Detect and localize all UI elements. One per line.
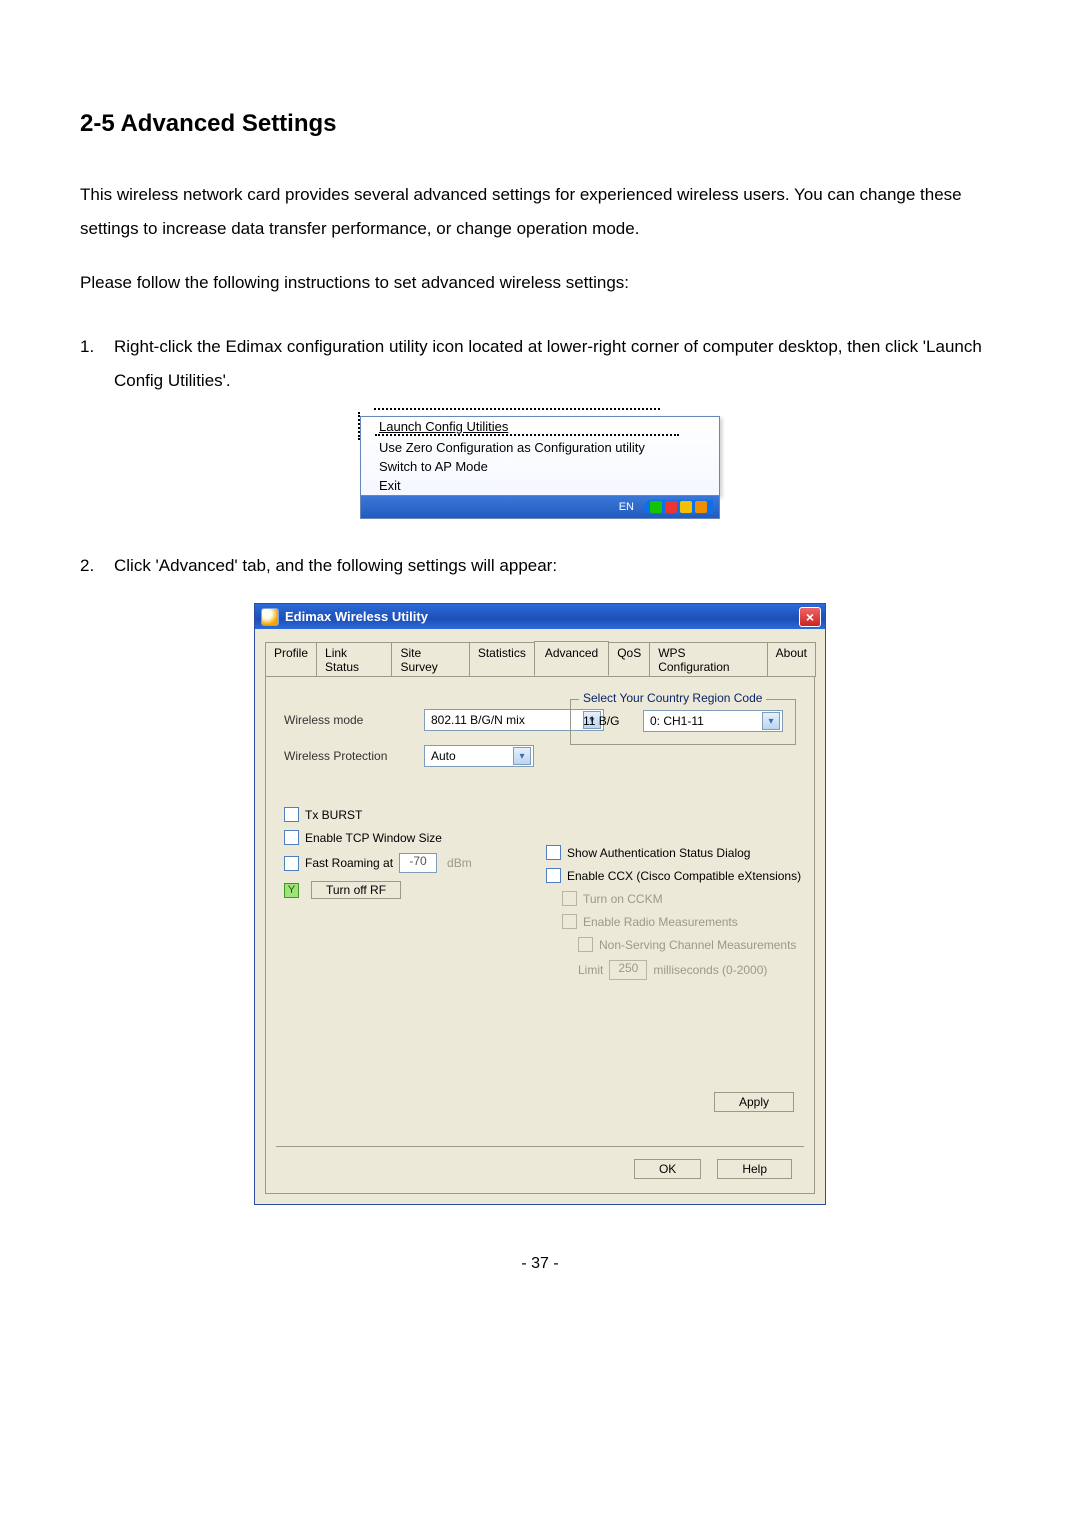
tx-burst-row[interactable]: Tx BURST [284, 807, 534, 822]
show-auth-row[interactable]: Show Authentication Status Dialog [546, 845, 816, 860]
fast-roaming-input[interactable]: -70 [399, 853, 437, 873]
tray-icon[interactable] [665, 501, 677, 513]
non-serving-row: Non-Serving Channel Measurements [578, 937, 816, 952]
turn-off-rf-button[interactable]: Turn off RF [311, 881, 401, 899]
non-serving-label: Non-Serving Channel Measurements [599, 938, 796, 952]
ok-button[interactable]: OK [634, 1159, 701, 1179]
wireless-mode-value: 802.11 B/G/N mix [431, 713, 525, 727]
fast-roaming-row[interactable]: Fast Roaming at -70 dBm [284, 853, 534, 873]
region-code-select[interactable]: 0: CH1-11 ▾ [643, 710, 783, 732]
tx-burst-label: Tx BURST [305, 808, 362, 822]
step-2-text: Click 'Advanced' tab, and the following … [114, 549, 557, 583]
tab-statistics[interactable]: Statistics [469, 642, 535, 677]
step-2: 2. Click 'Advanced' tab, and the followi… [80, 549, 1000, 583]
step-1-text: Right-click the Edimax configuration uti… [114, 330, 1000, 398]
checkbox-icon [562, 891, 577, 906]
region-code-legend: Select Your Country Region Code [579, 691, 766, 705]
callout-dots-side [358, 412, 360, 440]
tray-icon[interactable] [695, 501, 707, 513]
close-button[interactable]: × [799, 607, 821, 627]
show-auth-label: Show Authentication Status Dialog [567, 846, 750, 860]
app-icon [261, 608, 279, 626]
region-code-fieldset: Select Your Country Region Code 11 B/G 0… [570, 699, 796, 745]
antenna-icon: Y [284, 883, 299, 898]
checkbox-icon[interactable] [546, 845, 561, 860]
limit-row: Limit 250 milliseconds (0-2000) [578, 960, 816, 980]
ctxmenu-item-zeroconf[interactable]: Use Zero Configuration as Configuration … [361, 438, 719, 457]
page-number: - 37 - [80, 1255, 1000, 1273]
intro-paragraph-2: Please follow the following instructions… [80, 266, 1000, 300]
chevron-down-icon[interactable]: ▾ [762, 712, 780, 730]
window-title: Edimax Wireless Utility [285, 609, 428, 624]
step-1-number: 1. [80, 330, 98, 398]
help-button[interactable]: Help [717, 1159, 792, 1179]
checkbox-icon[interactable] [284, 830, 299, 845]
enable-ccx-label: Enable CCX (Cisco Compatible eXtensions) [567, 869, 801, 883]
ctxmenu-item-apmode[interactable]: Switch to AP Mode [361, 457, 719, 476]
section-title: 2-5 Advanced Settings [80, 110, 1000, 138]
context-menu[interactable]: Launch Config Utilities Use Zero Configu… [360, 416, 720, 496]
checkbox-icon[interactable] [546, 868, 561, 883]
turn-off-rf-row: Y Turn off RF [284, 881, 534, 899]
region-line-label: 11 B/G [583, 714, 633, 728]
turn-on-cckm-row: Turn on CCKM [562, 891, 816, 906]
limit-unit: milliseconds (0-2000) [653, 963, 767, 977]
fast-roaming-unit: dBm [447, 856, 472, 870]
tab-about[interactable]: About [767, 642, 816, 677]
fast-roaming-label: Fast Roaming at [305, 856, 393, 870]
checkbox-icon[interactable] [284, 807, 299, 822]
limit-label: Limit [578, 963, 603, 977]
tab-link-status[interactable]: Link Status [316, 642, 392, 677]
apply-button[interactable]: Apply [714, 1092, 794, 1112]
checkbox-icon [562, 914, 577, 929]
advanced-panel: Wireless mode 802.11 B/G/N mix ▾ Wireles… [265, 676, 815, 1194]
region-code-value: 0: CH1-11 [650, 714, 704, 728]
checkbox-icon[interactable] [284, 856, 299, 871]
tab-advanced[interactable]: Advanced [534, 641, 609, 676]
ctxmenu-item-exit[interactable]: Exit [361, 476, 719, 495]
tab-qos[interactable]: QoS [608, 642, 650, 677]
language-indicator[interactable]: EN [615, 501, 638, 513]
limit-input: 250 [609, 960, 647, 980]
step-1: 1. Right-click the Edimax configuration … [80, 330, 1000, 398]
enable-radio-row: Enable Radio Measurements [562, 914, 816, 929]
tcp-window-row[interactable]: Enable TCP Window Size [284, 830, 534, 845]
tabs-row: Profile Link Status Site Survey Statisti… [265, 641, 815, 676]
checkbox-icon [578, 937, 593, 952]
intro-paragraph-1: This wireless network card provides seve… [80, 178, 1000, 246]
step-2-number: 2. [80, 549, 98, 583]
wireless-mode-label: Wireless mode [284, 713, 424, 727]
system-tray[interactable] [644, 500, 713, 514]
enable-ccx-row[interactable]: Enable CCX (Cisco Compatible eXtensions) [546, 868, 816, 883]
tab-wps[interactable]: WPS Configuration [649, 642, 767, 677]
chevron-down-icon[interactable]: ▾ [513, 747, 531, 765]
tab-site-survey[interactable]: Site Survey [391, 642, 469, 677]
tray-icon[interactable] [680, 501, 692, 513]
config-dialog: Edimax Wireless Utility × Profile Link S… [254, 603, 826, 1205]
turn-on-cckm-label: Turn on CCKM [583, 892, 663, 906]
wireless-protection-select[interactable]: Auto ▾ [424, 745, 534, 767]
tray-icon[interactable] [650, 501, 662, 513]
wireless-protection-label: Wireless Protection [284, 749, 424, 763]
tcp-window-label: Enable TCP Window Size [305, 831, 442, 845]
callout-dots-under [375, 434, 679, 436]
callout-dots-top [374, 408, 660, 410]
enable-radio-label: Enable Radio Measurements [583, 915, 738, 929]
context-menu-figure: Launch Config Utilities Use Zero Configu… [360, 408, 720, 519]
titlebar: Edimax Wireless Utility × [255, 604, 825, 629]
tab-profile[interactable]: Profile [265, 642, 317, 677]
wireless-protection-value: Auto [431, 749, 456, 763]
taskbar: EN [360, 496, 720, 519]
